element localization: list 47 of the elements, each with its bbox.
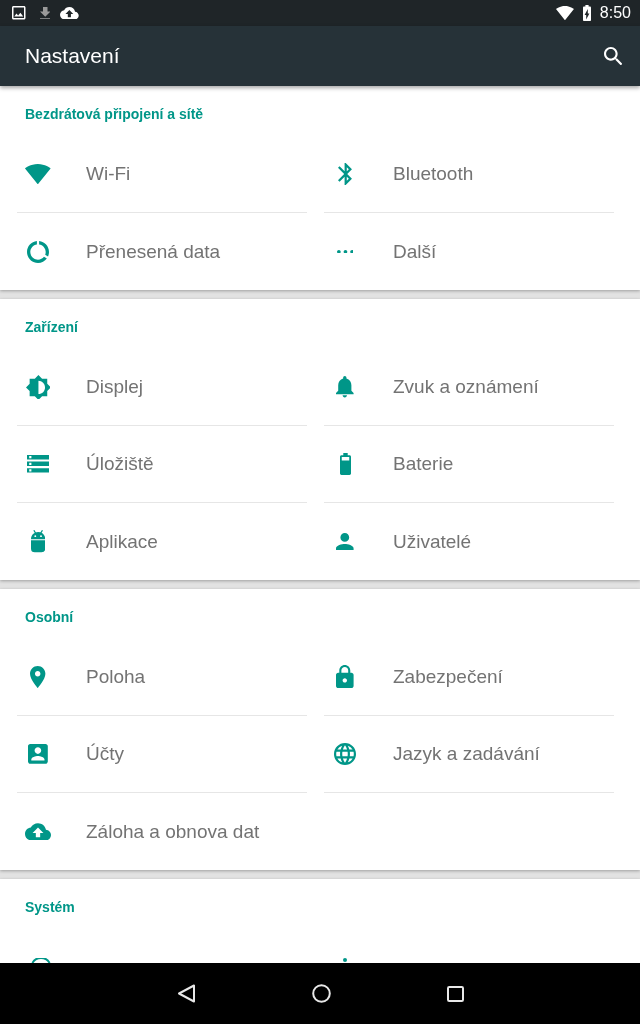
section-header: Osobní — [25, 608, 74, 627]
settings-item[interactable]: Displej — [17, 349, 307, 426]
robot-icon — [30, 530, 46, 553]
wifi-icon — [25, 163, 51, 185]
settings-item[interactable]: Zabezpečení — [324, 639, 614, 716]
settings-item[interactable]: Účty — [17, 716, 307, 793]
bluetooth-icon — [338, 163, 352, 185]
image-icon — [12, 6, 26, 20]
person-icon — [336, 532, 354, 551]
section-header: Zařízení — [25, 318, 78, 337]
arc-icon — [31, 958, 51, 963]
battery-icon — [339, 453, 351, 475]
dot-icon — [343, 958, 347, 962]
status-time: 8:50 — [599, 3, 631, 23]
settings-item[interactable]: Poloha — [17, 639, 307, 716]
dots-icon — [336, 249, 354, 254]
back-icon — [176, 984, 196, 1003]
cloud-upload-icon — [60, 6, 79, 20]
recents-icon — [446, 985, 464, 1002]
home-icon — [311, 984, 331, 1003]
settings-item[interactable]: Jazyk a zadávání — [324, 716, 614, 793]
battery-charging-icon — [582, 5, 591, 21]
cloud-upload-icon — [25, 822, 51, 841]
settings-item[interactable]: Aplikace — [17, 503, 307, 580]
settings-item[interactable]: Přenesená data — [17, 213, 307, 290]
settings-item[interactable]: Uživatelé — [324, 503, 614, 580]
bell-icon — [336, 376, 354, 398]
brightness-icon — [25, 374, 51, 400]
globe-icon — [334, 743, 356, 765]
section-header: Systém — [25, 898, 75, 917]
search-icon — [603, 47, 622, 65]
settings-item[interactable]: Záloha a obnova dat — [17, 793, 307, 870]
download-icon — [39, 6, 50, 20]
location-pin-icon — [30, 666, 46, 688]
settings-item[interactable]: Wi-Fi — [17, 136, 307, 213]
app-bar-title: Nastavení — [25, 43, 120, 69]
contact-card-icon — [28, 744, 48, 764]
ring-icon — [27, 240, 49, 263]
wifi-icon — [555, 5, 574, 21]
storage-icon — [27, 455, 49, 473]
settings-item[interactable]: Zvuk a oznámení — [324, 349, 614, 426]
settings-item[interactable]: Další — [324, 213, 614, 290]
section-header: Bezdrátová připojení a sítě — [25, 105, 204, 124]
lock-icon — [336, 665, 354, 689]
settings-item[interactable]: Baterie — [324, 426, 614, 503]
settings-item[interactable]: Bluetooth — [324, 136, 614, 213]
settings-item[interactable]: Úložiště — [17, 426, 307, 503]
